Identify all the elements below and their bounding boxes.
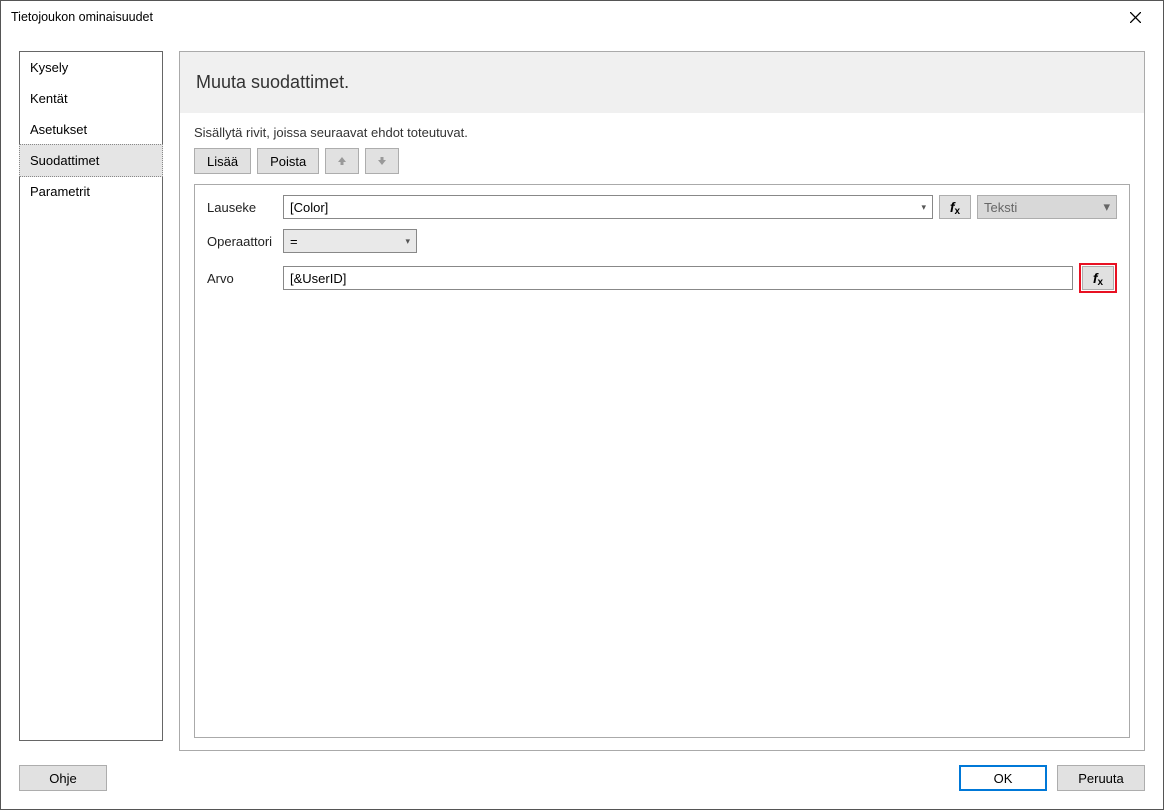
titlebar: Tietojoukon ominaisuudet <box>1 1 1163 33</box>
content-heading: Muuta suodattimet. <box>180 52 1144 113</box>
main-split: Kysely Kentät Asetukset Suodattimet Para… <box>1 33 1163 751</box>
dialog-window: Tietojoukon ominaisuudet Kysely Kentät A… <box>0 0 1164 810</box>
footer-right: OK Peruuta <box>959 765 1145 791</box>
add-button[interactable]: Lisää <box>194 148 251 174</box>
value-fx-button[interactable]: fx <box>1082 266 1114 290</box>
arrow-down-icon <box>377 156 387 166</box>
fx-icon: fx <box>1093 270 1103 286</box>
value-label: Arvo <box>207 271 277 286</box>
dialog-body: Kysely Kentät Asetukset Suodattimet Para… <box>1 33 1163 809</box>
arrow-up-icon <box>337 156 347 166</box>
footer-left: Ohje <box>19 765 107 791</box>
sidebar-item-fields[interactable]: Kentät <box>20 83 162 114</box>
value-row: Arvo [&UserID] fx <box>207 263 1117 293</box>
expression-fx-button[interactable]: fx <box>939 195 971 219</box>
chevron-down-icon: ▾ <box>1103 199 1110 215</box>
sidebar-item-options[interactable]: Asetukset <box>20 114 162 145</box>
filter-panel: Lauseke [Color] ▾ fx Teksti ▾ <box>194 184 1130 738</box>
datatype-value: Teksti <box>984 200 1017 215</box>
operator-combo[interactable]: = ▾ <box>283 229 417 253</box>
datatype-combo[interactable]: Teksti ▾ <box>977 195 1117 219</box>
expression-label: Lauseke <box>207 200 277 215</box>
help-button[interactable]: Ohje <box>19 765 107 791</box>
operator-row: Operaattori = ▾ <box>207 229 1117 253</box>
ok-button[interactable]: OK <box>959 765 1047 791</box>
fx-icon: fx <box>950 199 960 215</box>
value-input[interactable]: [&UserID] <box>283 266 1073 290</box>
chevron-down-icon: ▾ <box>405 236 410 247</box>
operator-value: = <box>290 234 298 249</box>
move-down-button[interactable] <box>365 148 399 174</box>
chevron-down-icon: ▾ <box>921 202 926 213</box>
close-button[interactable] <box>1115 3 1155 31</box>
dialog-footer: Ohje OK Peruuta <box>1 751 1163 809</box>
close-icon <box>1130 12 1141 23</box>
sidebar-item-parameters[interactable]: Parametrit <box>20 176 162 207</box>
filter-toolbar: Lisää Poista <box>194 148 1130 174</box>
expression-combo[interactable]: [Color] ▾ <box>283 195 933 219</box>
cancel-button[interactable]: Peruuta <box>1057 765 1145 791</box>
value-fx-highlight: fx <box>1079 263 1117 293</box>
instruction-text: Sisällytä rivit, joissa seuraavat ehdot … <box>194 125 1130 140</box>
expression-row: Lauseke [Color] ▾ fx Teksti ▾ <box>207 195 1117 219</box>
content-body: Sisällytä rivit, joissa seuraavat ehdot … <box>180 113 1144 750</box>
value-text: [&UserID] <box>290 271 346 286</box>
expression-value: [Color] <box>290 200 328 215</box>
sidebar-item-filters[interactable]: Suodattimet <box>19 144 163 177</box>
remove-button[interactable]: Poista <box>257 148 319 174</box>
move-up-button[interactable] <box>325 148 359 174</box>
operator-label: Operaattori <box>207 234 277 249</box>
sidebar-item-query[interactable]: Kysely <box>20 52 162 83</box>
content-pane: Muuta suodattimet. Sisällytä rivit, jois… <box>179 51 1145 751</box>
sidebar-nav: Kysely Kentät Asetukset Suodattimet Para… <box>19 51 163 741</box>
window-title: Tietojoukon ominaisuudet <box>11 10 153 24</box>
